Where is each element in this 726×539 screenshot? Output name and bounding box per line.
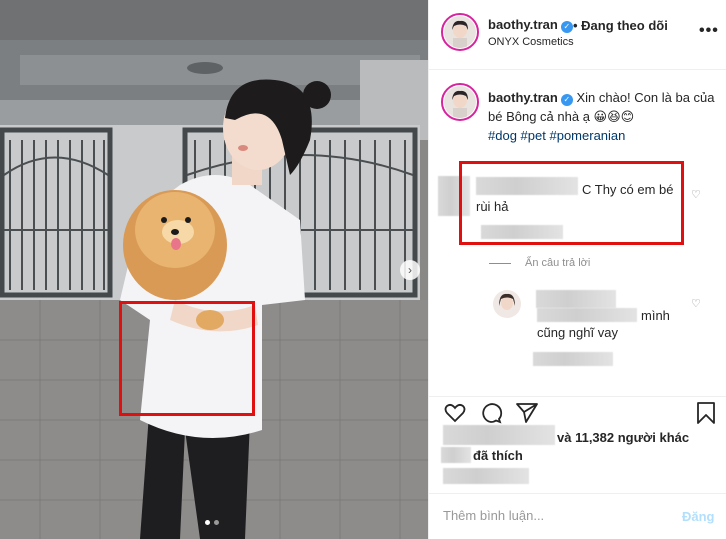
reply-like-heart-icon[interactable]: ♡ (691, 297, 701, 310)
likes-count[interactable]: và 11,382 người khác (557, 430, 689, 445)
highlight-box-photo (119, 301, 255, 416)
likes-suffix: đã thích (473, 448, 523, 463)
carousel-next-button[interactable]: › (400, 260, 420, 280)
photo-scene (0, 0, 428, 539)
add-comment-input[interactable] (443, 508, 663, 523)
highlight-box-comment (459, 161, 684, 245)
blurred-reply-name (536, 290, 616, 308)
post-actions (429, 396, 726, 426)
header-username[interactable]: baothy.tran (488, 17, 558, 32)
add-comment-bar: Đăng (429, 493, 726, 539)
carousel-dot-active (205, 520, 210, 525)
blurred-liker-name (441, 447, 471, 463)
reply-text: mình (641, 308, 670, 323)
blurred-reply-meta (533, 352, 613, 366)
post-header: baothy.tran ✓ • Đang theo dõi ONYX Cosmet… (429, 0, 726, 70)
ellipsis-icon[interactable]: ••• (699, 22, 719, 40)
hashtag-link[interactable]: #pet (521, 128, 546, 143)
hashtag-link[interactable]: #pomeranian (549, 128, 625, 143)
reply-avatar[interactable] (493, 290, 521, 318)
header-username-wrap[interactable]: baothy.tran ✓ (488, 17, 573, 33)
share-send-icon[interactable] (515, 401, 539, 425)
caption-avatar[interactable] (444, 86, 476, 118)
comment-bubble-icon[interactable] (479, 401, 503, 425)
caption-avatar-image (444, 86, 476, 118)
caption-username[interactable]: baothy.tran (488, 90, 558, 105)
header-subtitle[interactable]: ONYX Cosmetics (488, 36, 574, 48)
reply-text-continued: cũng nghĩ vay (537, 325, 618, 340)
following-status[interactable]: • Đang theo dõi (573, 18, 668, 33)
bookmark-icon[interactable] (695, 401, 717, 425)
blurred-reply-text (537, 308, 637, 322)
verified-icon: ✓ (560, 21, 573, 33)
hashtag-link[interactable]: #dog (488, 128, 517, 143)
hide-replies-button[interactable]: Ẩn câu trả lời (525, 257, 590, 269)
post-photo[interactable]: › (0, 0, 428, 539)
carousel-dot (214, 520, 219, 525)
hide-replies-line (489, 263, 511, 264)
blurred-liker-names (443, 425, 555, 445)
post-comment-button[interactable]: Đăng (682, 509, 715, 524)
post-caption: baothy.tran ✓ Xin chào! Con là ba của bé … (488, 88, 720, 145)
carousel-dots (205, 520, 219, 525)
avatar-image (444, 16, 476, 48)
reply-avatar-image (493, 290, 521, 318)
caption-hashtags: #dog #pet #pomeranian (488, 126, 720, 145)
caption-verified-icon: ✓ (560, 94, 573, 106)
comment-like-heart-icon[interactable]: ♡ (691, 188, 701, 201)
blurred-post-date (443, 468, 529, 484)
like-heart-icon[interactable] (443, 401, 467, 425)
avatar[interactable] (444, 16, 476, 48)
post-details-panel: baothy.tran ✓ • Đang theo dõi ONYX Cosmet… (428, 0, 726, 539)
